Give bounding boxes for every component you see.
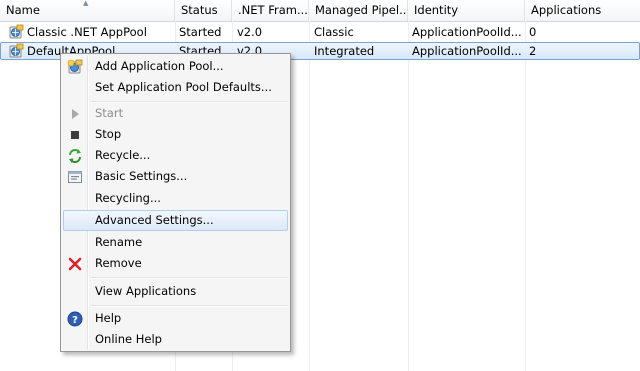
remove-icon — [68, 257, 82, 271]
menu-item-label: Set Application Pool Defaults... — [95, 80, 272, 94]
menu-item-label: Online Help — [95, 332, 162, 346]
menu-item-label: Recycle... — [95, 148, 151, 162]
stop-icon — [71, 131, 79, 139]
menu-separator — [91, 277, 288, 279]
basic-settings-icon — [68, 171, 82, 183]
svg-text:?: ? — [72, 315, 78, 326]
pool-pipeline: Classic — [314, 25, 354, 39]
column-divider — [309, 21, 310, 371]
menu-item-label: Basic Settings... — [95, 169, 188, 183]
menu-item-help[interactable]: ? Help — [63, 308, 288, 329]
column-divider — [525, 21, 526, 371]
column-label: Status — [181, 3, 218, 17]
column-label: .NET Fram... — [238, 3, 308, 17]
menu-item-basic-settings[interactable]: Basic Settings... — [63, 166, 288, 187]
table-row[interactable]: Classic .NET AppPool Started v2.0 Classi… — [0, 23, 640, 41]
pool-identity: ApplicationPoolId... — [412, 25, 522, 39]
menu-item-start: Start — [63, 103, 288, 124]
menu-item-label: View Applications — [95, 284, 197, 298]
column-header-applications[interactable]: Applications — [525, 0, 640, 21]
column-header-identity[interactable]: Identity — [408, 0, 525, 21]
pool-status: Started — [179, 25, 222, 39]
pool-net-version: v2.0 — [237, 25, 263, 39]
help-icon: ? — [67, 311, 83, 327]
app-pool-icon — [9, 24, 24, 39]
menu-item-label: Advanced Settings... — [95, 213, 214, 227]
menu-item-label: Add Application Pool... — [95, 59, 224, 73]
menu-item-remove[interactable]: Remove — [63, 253, 288, 274]
column-header-name[interactable]: Name ▲ — [0, 0, 175, 21]
start-icon — [72, 109, 79, 119]
context-menu: Add Application Pool... Set Application … — [60, 53, 291, 352]
menu-item-label: Recycling... — [95, 191, 161, 205]
column-label: Managed Pipel... — [315, 3, 408, 17]
menu-item-add-application-pool[interactable]: Add Application Pool... — [63, 56, 288, 77]
menu-item-label: Rename — [95, 235, 143, 249]
column-label: Name — [6, 3, 40, 17]
app-pool-icon — [9, 43, 24, 58]
menu-item-stop[interactable]: Stop — [63, 124, 288, 145]
menu-item-online-help[interactable]: Online Help — [63, 329, 288, 350]
pool-applications: 2 — [529, 44, 537, 58]
menu-item-rename[interactable]: Rename — [63, 232, 288, 253]
menu-item-label: Remove — [95, 256, 142, 270]
menu-item-advanced-settings[interactable]: Advanced Settings... — [63, 210, 288, 231]
menu-separator — [91, 305, 288, 307]
column-label: Identity — [414, 3, 459, 17]
list-header: Name ▲ Status .NET Fram... Managed Pipel… — [0, 0, 640, 22]
pool-identity: ApplicationPoolId... — [412, 44, 522, 58]
sort-ascending-icon: ▲ — [83, 0, 89, 7]
menu-item-set-application-pool-defaults[interactable]: Set Application Pool Defaults... — [63, 77, 288, 98]
column-header-status[interactable]: Status — [175, 0, 232, 21]
recycle-icon — [69, 149, 81, 163]
pool-name: Classic .NET AppPool — [27, 25, 147, 39]
column-header-managed-pipeline[interactable]: Managed Pipel... — [309, 0, 408, 21]
column-divider — [408, 21, 409, 371]
column-label: Applications — [531, 3, 602, 17]
add-app-pool-icon — [67, 59, 83, 74]
column-header-net-framework[interactable]: .NET Fram... — [232, 0, 309, 21]
menu-item-label: Start — [95, 106, 124, 120]
menu-item-recycle[interactable]: Recycle... — [63, 145, 288, 166]
menu-item-recycling[interactable]: Recycling... — [63, 188, 288, 209]
pool-applications: 0 — [529, 25, 537, 39]
menu-item-view-applications[interactable]: View Applications — [63, 281, 288, 302]
menu-item-label: Stop — [95, 127, 122, 141]
pool-pipeline: Integrated — [314, 44, 375, 58]
menu-item-label: Help — [95, 311, 122, 325]
